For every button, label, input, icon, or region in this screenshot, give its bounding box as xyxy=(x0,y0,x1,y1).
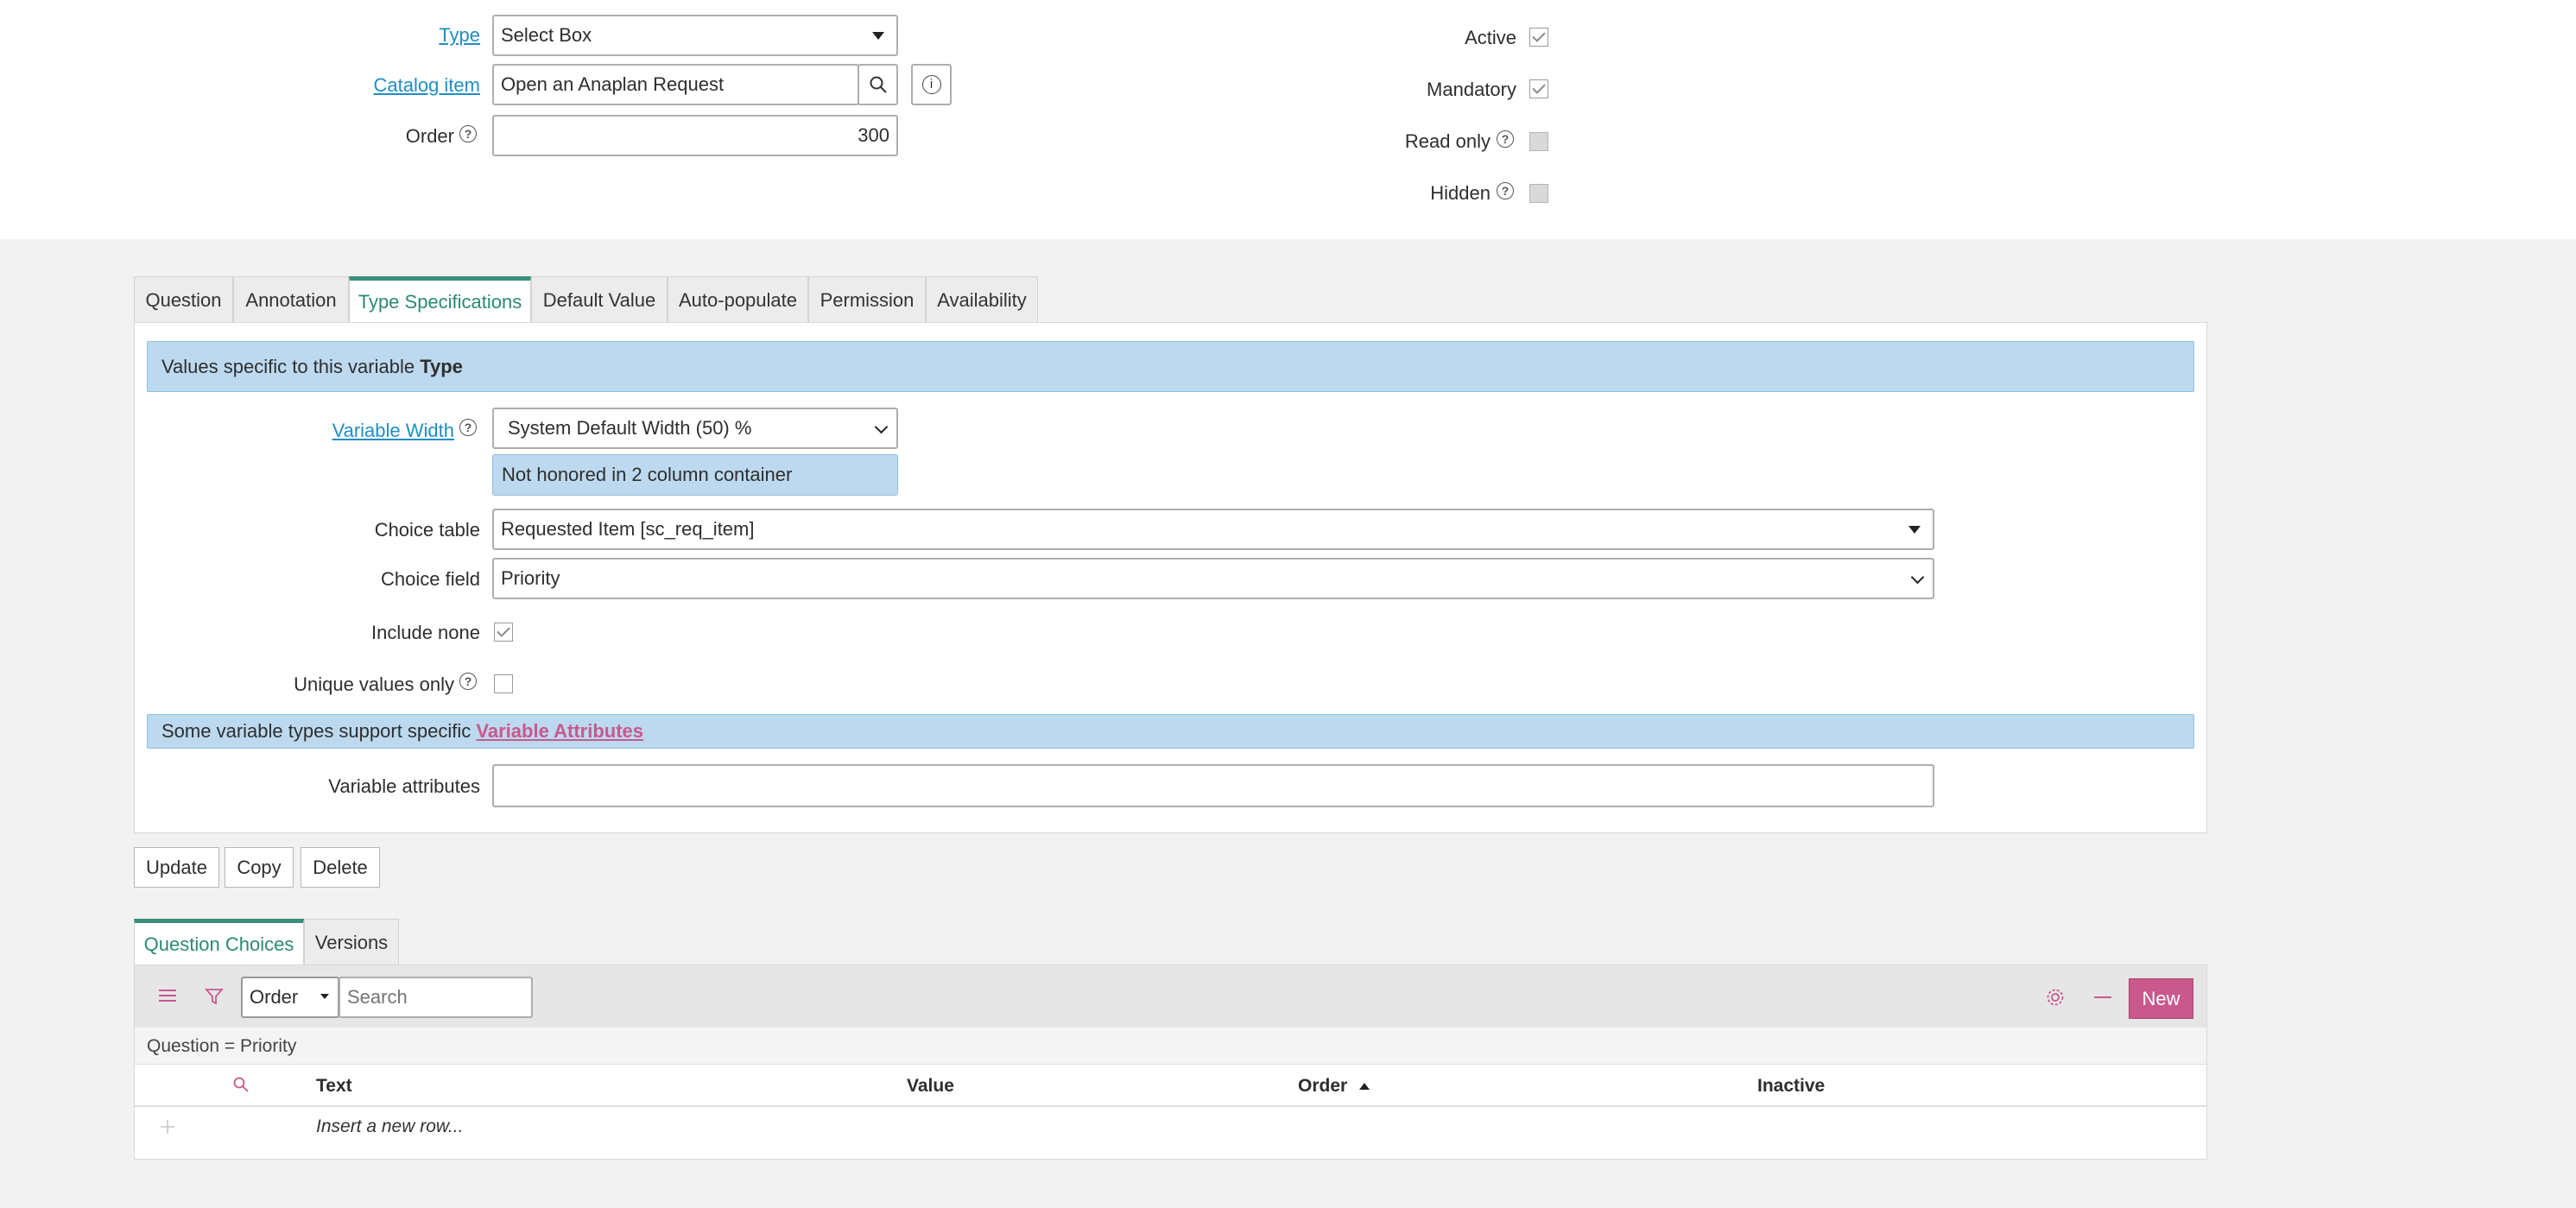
plus-icon[interactable] xyxy=(159,1118,176,1135)
info-icon: i xyxy=(921,75,941,94)
tab-permission[interactable]: Permission xyxy=(808,276,926,323)
filter-breadcrumb[interactable]: Question = Priority xyxy=(147,1036,296,1057)
mandatory-checkbox[interactable] xyxy=(1529,79,1548,98)
active-checkbox[interactable] xyxy=(1529,28,1548,47)
choice-table-select[interactable]: Requested Item [sc_req_item] xyxy=(492,509,1934,550)
include-none-checkbox[interactable] xyxy=(494,623,513,642)
filter-icon[interactable] xyxy=(205,987,224,1006)
caret-down-icon xyxy=(320,994,329,999)
attr-banner-text: Some variable types support specific xyxy=(161,720,472,742)
help-icon[interactable]: ? xyxy=(459,673,477,690)
type-select-value: Select Box xyxy=(501,24,592,46)
order-input[interactable]: 300 xyxy=(492,115,898,156)
hidden-label: Hidden xyxy=(1430,182,1491,204)
variable-attributes-link[interactable]: Variable Attributes xyxy=(476,720,643,743)
search-field-select[interactable]: Order xyxy=(241,977,339,1018)
choice-table-label: Choice table xyxy=(374,519,480,541)
copy-button[interactable]: Copy xyxy=(225,847,294,888)
column-search-icon[interactable] xyxy=(232,1076,250,1093)
help-icon[interactable]: ? xyxy=(1497,182,1514,199)
tab-default-value[interactable]: Default Value xyxy=(531,276,668,323)
search-icon xyxy=(870,76,887,93)
type-info-banner: Values specific to this variable Type xyxy=(147,341,2194,392)
column-header-order-label: Order xyxy=(1298,1076,1348,1096)
tab-type-specifications[interactable]: Type Specifications xyxy=(349,276,531,323)
choice-field-select[interactable]: Priority xyxy=(492,558,1934,599)
gear-icon[interactable] xyxy=(2045,987,2066,1008)
new-button[interactable]: New xyxy=(2129,978,2193,1019)
help-icon[interactable]: ? xyxy=(459,419,477,436)
unique-values-checkbox[interactable] xyxy=(494,674,513,693)
catalog-item-input[interactable]: Open an Anaplan Request xyxy=(492,64,859,105)
width-note: Not honored in 2 column container xyxy=(492,454,898,496)
banner-text: Values specific to this variable xyxy=(161,355,415,377)
catalog-item-value: Open an Anaplan Request xyxy=(501,73,725,95)
choice-table-value: Requested Item [sc_req_item] xyxy=(501,518,755,540)
variable-attributes-label: Variable attributes xyxy=(328,775,480,797)
variable-width-label[interactable]: Variable Width xyxy=(285,420,454,442)
variable-width-value: System Default Width (50) % xyxy=(508,417,752,439)
chevron-down-icon xyxy=(1910,570,1925,585)
tab-versions[interactable]: Versions xyxy=(304,919,399,965)
type-label[interactable]: Type xyxy=(345,24,480,47)
column-header-text[interactable]: Text xyxy=(316,1076,352,1097)
tab-auto-populate[interactable]: Auto-populate xyxy=(668,276,808,323)
width-note-text: Not honored in 2 column container xyxy=(502,464,793,485)
sort-ascending-icon xyxy=(1359,1083,1370,1090)
caret-down-icon xyxy=(1908,526,1921,534)
mandatory-label: Mandatory xyxy=(1427,79,1516,100)
column-header-inactive[interactable]: Inactive xyxy=(1757,1076,1825,1097)
hidden-checkbox[interactable] xyxy=(1529,184,1548,203)
variable-width-select[interactable]: System Default Width (50) % xyxy=(492,408,898,449)
delete-button[interactable]: Delete xyxy=(301,847,380,888)
variable-attributes-banner: Some variable types support specific Var… xyxy=(147,714,2194,749)
type-select[interactable]: Select Box xyxy=(492,15,898,56)
column-header-order[interactable]: Order xyxy=(1298,1076,1370,1097)
read-only-label: Read only xyxy=(1404,130,1491,152)
search-field-value: Order xyxy=(250,986,299,1008)
read-only-checkbox[interactable] xyxy=(1529,132,1548,151)
insert-new-row[interactable]: Insert a new row... xyxy=(316,1116,463,1137)
update-button[interactable]: Update xyxy=(134,847,219,888)
include-none-label: Include none xyxy=(371,622,480,643)
tab-question[interactable]: Question xyxy=(134,276,233,323)
tab-annotation[interactable]: Annotation xyxy=(233,276,349,323)
header-divider xyxy=(135,1105,2206,1107)
active-label: Active xyxy=(1465,27,1516,48)
search-input[interactable] xyxy=(339,977,533,1018)
filter-breadcrumb-bar xyxy=(135,1028,2206,1065)
choice-field-label: Choice field xyxy=(381,568,480,590)
choice-field-value: Priority xyxy=(501,567,560,589)
help-icon[interactable]: ? xyxy=(1497,130,1514,148)
hamburger-menu-icon[interactable] xyxy=(159,989,176,1002)
tab-question-choices[interactable]: Question Choices xyxy=(134,919,304,965)
column-header-value[interactable]: Value xyxy=(907,1076,954,1097)
tab-availability[interactable]: Availability xyxy=(926,276,1038,323)
help-icon[interactable]: ? xyxy=(459,125,477,142)
chevron-down-icon xyxy=(874,420,889,434)
caret-down-icon xyxy=(872,32,884,40)
preview-button[interactable]: i xyxy=(911,64,952,105)
catalog-item-label[interactable]: Catalog item xyxy=(345,74,480,97)
unique-values-label: Unique values only xyxy=(294,674,454,695)
order-label: Order xyxy=(405,125,454,147)
lookup-button[interactable] xyxy=(858,64,898,105)
collapse-icon[interactable] xyxy=(2093,989,2112,1006)
variable-attributes-input[interactable] xyxy=(492,764,1934,807)
order-value: 300 xyxy=(858,124,889,146)
banner-bold: Type xyxy=(420,355,463,377)
